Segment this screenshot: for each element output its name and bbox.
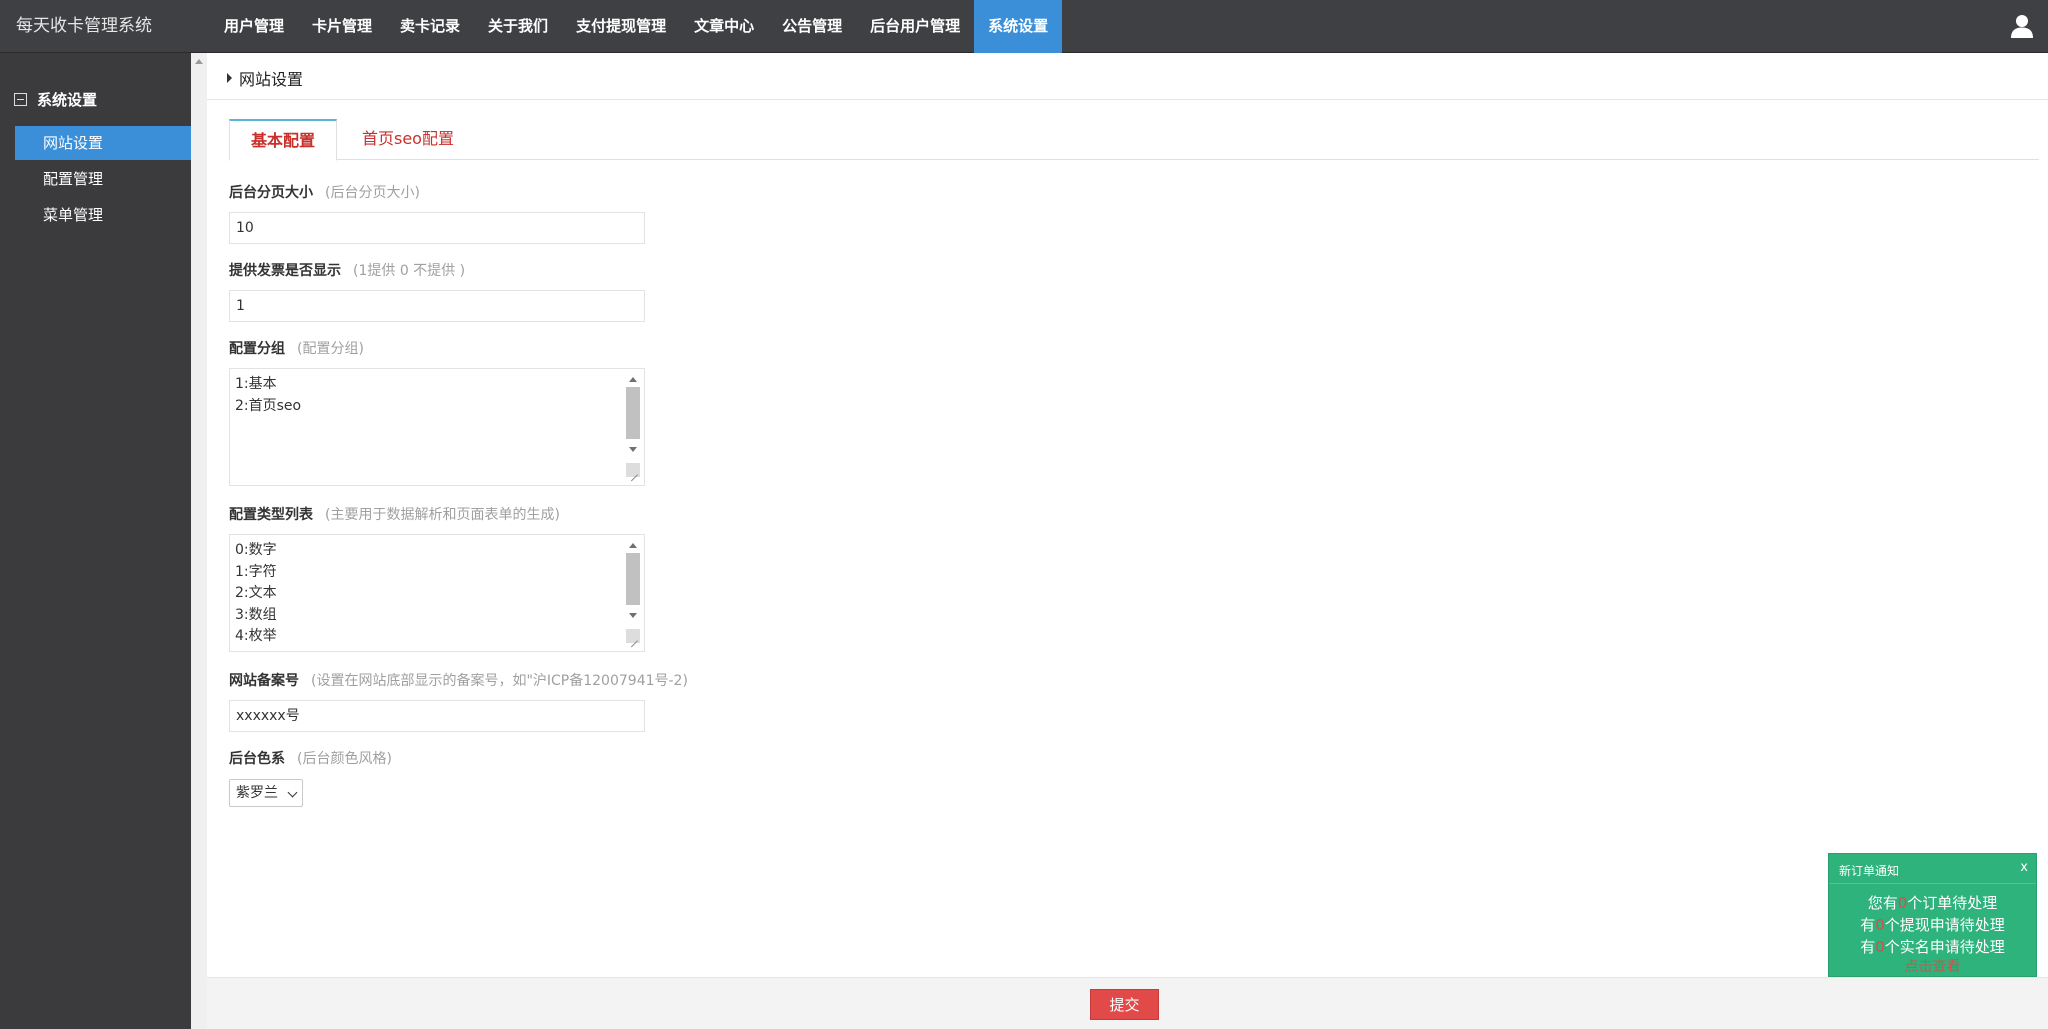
page-size-hint: (后台分页大小) xyxy=(325,185,420,201)
chevron-down-icon xyxy=(287,787,298,798)
theme-select-value: 紫罗兰 xyxy=(236,785,278,801)
config-types-textarea[interactable]: 0:数字 1:字符 2:文本 3:数组 4:枚举 xyxy=(229,534,645,652)
app-title: 每天收卡管理系统 xyxy=(16,16,152,36)
orders-line-prefix: 您有 xyxy=(1867,894,1898,912)
notification-title: 新订单通知 xyxy=(1839,864,1900,878)
icp-hint: (设置在网站底部显示的备案号，如"沪ICP备12007941号-2) xyxy=(311,673,688,689)
main-nav: 用户管理 卡片管理 卖卡记录 关于我们 支付提现管理 文章中心 公告管理 后台用… xyxy=(210,0,1063,53)
theme-label: 后台色系 (后台颜色风格) xyxy=(229,748,392,768)
page-header: 网站设置 xyxy=(207,53,2048,100)
withdraw-line-suffix: 个提现申请待处理 xyxy=(1884,916,2005,934)
page-size-label-text: 后台分页大小 xyxy=(229,185,313,201)
sidebar-group-label: 系统设置 xyxy=(37,91,98,109)
nav-item-sell-records[interactable]: 卖卡记录 xyxy=(386,0,474,53)
nav-item-card-management[interactable]: 卡片管理 xyxy=(298,0,386,53)
textarea-line: 1:基本 xyxy=(235,376,277,392)
theme-hint: (后台颜色风格) xyxy=(297,751,392,767)
scroll-up-arrow-icon[interactable] xyxy=(629,377,637,382)
icp-label: 网站备案号 (设置在网站底部显示的备案号，如"沪ICP备12007941号-2) xyxy=(229,670,688,690)
sidebar-item-website-settings[interactable]: 网站设置 xyxy=(15,126,191,160)
invoice-label-text: 提供发票是否显示 xyxy=(229,263,341,279)
withdraw-count: 0 xyxy=(1875,916,1885,934)
view-details-link[interactable]: 点击查看 xyxy=(1829,956,2036,976)
sidebar-item-menu-management[interactable]: 菜单管理 xyxy=(15,198,191,232)
textarea-line: 0:数字 xyxy=(235,542,277,558)
scrollbar-gutter[interactable] xyxy=(191,53,207,1029)
sidebar-group-system-settings[interactable]: 系统设置 xyxy=(14,89,97,110)
orders-line-suffix: 个订单待处理 xyxy=(1907,894,1998,912)
config-types-hint: (主要用于数据解析和页面表单的生成) xyxy=(325,507,560,523)
invoice-label: 提供发票是否显示 (1提供 0 不提供 ) xyxy=(229,260,465,280)
textarea-line: 4:枚举 xyxy=(235,628,277,644)
notification-withdraw-line: 有0个提现申请待处理 xyxy=(1829,914,2036,935)
config-types-label-text: 配置类型列表 xyxy=(229,507,313,523)
tab-basic-config[interactable]: 基本配置 xyxy=(229,119,338,161)
user-icon[interactable] xyxy=(2008,12,2036,40)
config-group-label: 配置分组 (配置分组) xyxy=(229,338,364,358)
page-size-input[interactable]: 10 xyxy=(229,212,645,244)
caret-right-icon xyxy=(227,73,232,83)
scroll-down-arrow-icon[interactable] xyxy=(629,613,637,618)
config-group-textarea[interactable]: 1:基本 2:首页seo xyxy=(229,368,645,486)
tab-homepage-seo[interactable]: 首页seo配置 xyxy=(341,119,475,160)
resize-grip-icon[interactable] xyxy=(626,463,640,477)
scroll-thumb[interactable] xyxy=(626,387,640,439)
config-group-hint: (配置分组) xyxy=(297,341,364,357)
nav-item-user-management[interactable]: 用户管理 xyxy=(210,0,298,53)
icp-label-text: 网站备案号 xyxy=(229,673,299,689)
icp-input[interactable]: xxxxxx号 xyxy=(229,700,645,732)
textarea-scrollbar[interactable] xyxy=(626,373,640,481)
theme-label-text: 后台色系 xyxy=(229,751,285,767)
notification-realname-line: 有0个实名申请待处理 xyxy=(1829,936,2036,957)
nav-item-admin-users[interactable]: 后台用户管理 xyxy=(856,0,974,53)
textarea-line: 2:文本 xyxy=(235,585,277,601)
config-group-label-text: 配置分组 xyxy=(229,341,285,357)
close-icon[interactable]: x xyxy=(2020,860,2028,875)
config-types-label: 配置类型列表 (主要用于数据解析和页面表单的生成) xyxy=(229,504,560,524)
form-footer: 提交 xyxy=(207,977,2048,1029)
realname-line-prefix: 有 xyxy=(1860,938,1876,956)
orders-count: 0 xyxy=(1897,894,1908,912)
withdraw-line-prefix: 有 xyxy=(1860,916,1876,934)
nav-item-announcements[interactable]: 公告管理 xyxy=(768,0,856,53)
textarea-line: 1:字符 xyxy=(235,563,277,580)
textarea-line: 3:数组 xyxy=(235,606,277,623)
scroll-up-arrow-icon[interactable] xyxy=(629,543,637,548)
page-title: 网站设置 xyxy=(239,70,304,89)
main-content: 网站设置 基本配置 首页seo配置 后台分页大小 (后台分页大小) 10 提供发票… xyxy=(207,53,2048,977)
scroll-down-arrow-icon[interactable] xyxy=(629,447,637,452)
invoice-hint: (1提供 0 不提供 ) xyxy=(353,263,466,279)
textarea-scrollbar[interactable] xyxy=(626,539,640,647)
theme-select[interactable]: 紫罗兰 xyxy=(229,779,303,807)
invoice-input[interactable]: 1 xyxy=(229,290,645,322)
top-navbar: 每天收卡管理系统 用户管理 卡片管理 卖卡记录 关于我们 支付提现管理 文章中心… xyxy=(0,0,2048,53)
config-group-lines: 1:基本 2:首页seo xyxy=(235,374,301,417)
notification-divider xyxy=(1829,883,2036,884)
page-size-label: 后台分页大小 (后台分页大小) xyxy=(229,182,420,202)
sidebar-item-config-management[interactable]: 配置管理 xyxy=(15,162,191,196)
config-types-lines: 0:数字 1:字符 2:文本 3:数组 4:枚举 xyxy=(235,540,277,648)
tab-bar: 基本配置 首页seo配置 xyxy=(229,119,2039,161)
resize-grip-icon[interactable] xyxy=(626,629,640,643)
submit-button[interactable]: 提交 xyxy=(1090,989,1159,1020)
scroll-up-arrow-icon[interactable] xyxy=(195,59,203,64)
scroll-thumb[interactable] xyxy=(626,553,640,605)
realname-count: 0 xyxy=(1875,938,1885,956)
nav-item-about-us[interactable]: 关于我们 xyxy=(474,0,562,53)
realname-line-suffix: 个实名申请待处理 xyxy=(1884,938,2005,956)
sidebar: 系统设置 网站设置 配置管理 菜单管理 xyxy=(0,53,191,1029)
nav-item-payment-withdraw[interactable]: 支付提现管理 xyxy=(562,0,680,53)
textarea-line: 2:首页seo xyxy=(235,397,302,414)
minus-box-icon xyxy=(14,93,27,106)
notification-orders-line: 您有0个订单待处理 xyxy=(1829,892,2036,913)
nav-item-article-center[interactable]: 文章中心 xyxy=(680,0,768,53)
nav-item-system-settings[interactable]: 系统设置 xyxy=(974,0,1063,53)
order-notification: 新订单通知 x 您有0个订单待处理 有0个提现申请待处理 有0个实名申请待处理 … xyxy=(1828,853,2037,977)
